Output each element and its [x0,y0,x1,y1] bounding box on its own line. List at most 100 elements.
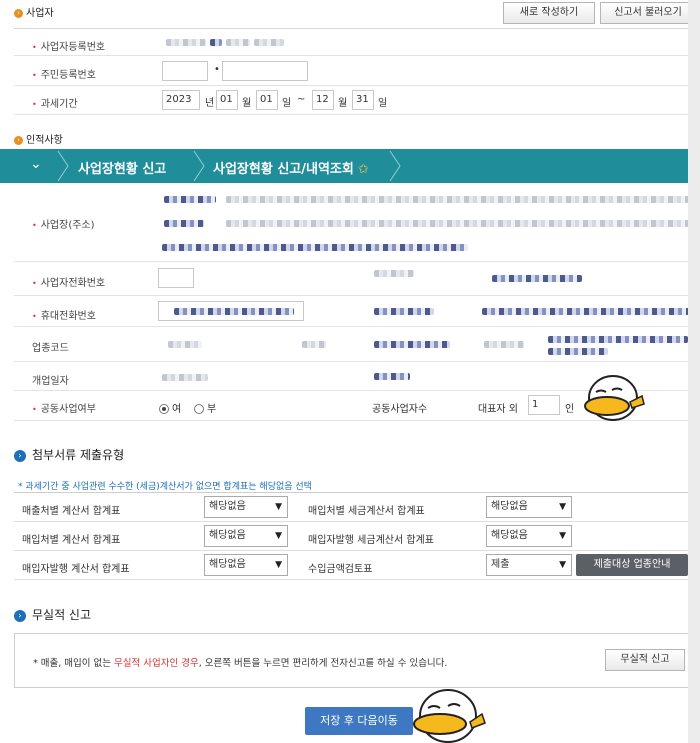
joint-count-label: 공동사업자수 [372,404,428,415]
row-resident-no: • 주민등록번호 • [14,57,688,86]
nav-item-page[interactable]: 사업장현황 신고/내역조회 ✩ [213,158,369,177]
resident-no-label: • 주민등록번호 [32,70,96,81]
masked-value [164,196,216,203]
duck-mascot-icon [584,375,645,421]
star-icon[interactable]: ✩ [358,162,369,177]
masked-value [484,341,524,348]
row-right-label: 매입처별 세금계산서 합계표 [308,506,425,517]
day-unit: 일 [378,98,388,109]
masked-value [162,374,208,381]
row-left-label: 매입처별 계산서 합계표 [22,535,121,546]
bullet-icon: › [14,609,26,622]
tax-period-label: • 과세기간 [32,99,78,110]
rep-count-input[interactable]: 1 [528,395,560,415]
attachments-note: * 과세기간 중 사업관련 수수한 (세금)계산서가 없으면 합계표는 해당없음… [18,482,312,492]
joint-business-label: • 공동사업여부 [32,404,96,415]
resident-no-back-input[interactable] [222,61,308,81]
purchase-tax-invoice-select[interactable]: 해당없음 ▼ [486,496,572,518]
attachments-table: 매출처별 계산서 합계표 해당없음 ▼ 매입처별 세금계산서 합계표 해당없음 ▼ … [14,492,688,580]
open-date-label: 개업일자 [32,376,69,387]
masked-value [548,348,608,355]
masked-value [226,196,692,203]
month-unit: 월 [338,98,348,109]
to-month-input[interactable]: 12 [312,90,334,110]
month-unit: 월 [242,98,252,109]
masked-value [374,308,434,315]
year-unit: 년 [205,98,215,109]
breadcrumb-navbar: ⌄ 사업장현황 신고 사업장현황 신고/내역조회 ✩ [0,149,700,183]
biz-phone-label: • 사업자전화번호 [32,278,106,289]
revenue-review-select[interactable]: 제출 ▼ [486,554,572,576]
to-day-input[interactable]: 31 [352,90,374,110]
resident-no-front-input[interactable] [162,61,208,81]
buyer-tax-invoice-select[interactable]: 해당없음 ▼ [486,525,572,547]
chevron-down-icon: ▼ [275,502,282,512]
save-next-button[interactable]: 저장 후 다음이동 [305,707,413,735]
industry-code-label: 업종코드 [32,343,69,354]
new-write-button[interactable]: 새로 작성하기 [503,2,595,24]
row-reg-no: • 사업자등록번호 [14,28,688,56]
row-right-label: 수입금액검토표 [308,564,373,575]
separator-icon [193,150,205,182]
address-label: • 사업장(주소) [32,220,95,231]
separator-icon [57,150,69,182]
sales-invoice-select[interactable]: 해당없음 ▼ [204,496,288,518]
joint-no-option[interactable]: 부 [194,400,216,415]
rep-suffix: 인 [565,404,575,415]
industry-guide-button[interactable]: 제출대상 업종안내 [576,554,688,576]
separator-icon [389,150,401,182]
period-year-input[interactable]: 2023 [162,90,200,110]
masked-value [174,308,294,315]
chevron-down-icon[interactable]: ⌄ [30,156,42,172]
masked-value [226,220,692,227]
no-activity-box: * 매출, 매입이 없는 무실적 사업자인 경우, 오른쪽 버튼을 누르면 편리… [14,633,690,688]
from-day-input[interactable]: 01 [256,90,278,110]
no-activity-message: * 매출, 매입이 없는 무실적 사업자인 경우, 오른쪽 버튼을 누르면 편리… [33,658,448,669]
radio-icon[interactable] [194,404,204,414]
masked-value [374,341,450,348]
masked-value [168,341,202,348]
row-mobile: • 휴대전화번호 [14,297,690,327]
section-no-activity-title: › 무실적 신고 [14,606,91,623]
masked-value [226,39,250,46]
chevron-down-icon: ▼ [559,560,566,570]
chevron-down-icon: ▼ [559,531,566,541]
masked-value [548,336,688,343]
masked-value [374,373,410,380]
chevron-down-icon: ▼ [559,502,566,512]
table-row: 매입처별 계산서 합계표 해당없음 ▼ 매입자발행 세금계산서 합계표 해당없음 ▼ [14,522,688,551]
masked-value [164,220,204,227]
no-activity-report-button[interactable]: 무실적 신고 [605,649,685,671]
masked-value [162,244,468,251]
row-tax-period: • 과세기간 2023 년 01 월 01 일 ~ 12 월 31 일 [14,87,688,115]
masked-value [374,270,414,277]
load-return-button[interactable]: 신고서 불러오기 [600,2,696,24]
purchase-invoice-select[interactable]: 해당없음 ▼ [204,525,288,547]
chevron-down-icon: ▼ [275,531,282,541]
row-biz-phone: • 사업자전화번호 [14,263,688,296]
row-industry-code: 업종코드 [14,328,688,362]
nav-item-current[interactable]: 사업장현황 신고 [78,158,166,177]
masked-value [482,308,690,315]
row-address: • 사업장(주소) [14,184,692,262]
scroll-edge [688,0,700,743]
rep-prefix: 대표자 외 [478,404,518,415]
table-row: 매입자발행 계산서 합계표 해당없음 ▼ 수입금액검토표 제출 ▼ 제출대상 업종안… [14,551,688,580]
section-attachments-title: › 첨부서류 제출유형 [14,446,124,463]
duck-mascot-icon [413,689,486,743]
row-right-label: 매입자발행 세금계산서 합계표 [308,535,434,546]
from-month-input[interactable]: 01 [216,90,238,110]
row-left-label: 매출처별 계산서 합계표 [22,506,121,517]
day-unit: 일 [282,98,292,109]
joint-yes-option[interactable]: 여 [159,400,181,415]
tilde: ~ [297,94,306,105]
masked-value [492,275,582,282]
table-row: 매출처별 계산서 합계표 해당없음 ▼ 매입처별 세금계산서 합계표 해당없음 ▼ [14,493,688,522]
radio-icon[interactable] [159,404,169,414]
bullet-icon: › [14,135,23,145]
page: › 사업자 새로 작성하기 신고서 불러오기 • 사업자등록번호 • 주민등록번호 •… [0,0,700,743]
buyer-invoice-select[interactable]: 해당없음 ▼ [204,554,288,576]
masked-value [254,39,284,46]
biz-phone-input[interactable] [158,268,194,288]
row-left-label: 매입자발행 계산서 합계표 [22,564,130,575]
